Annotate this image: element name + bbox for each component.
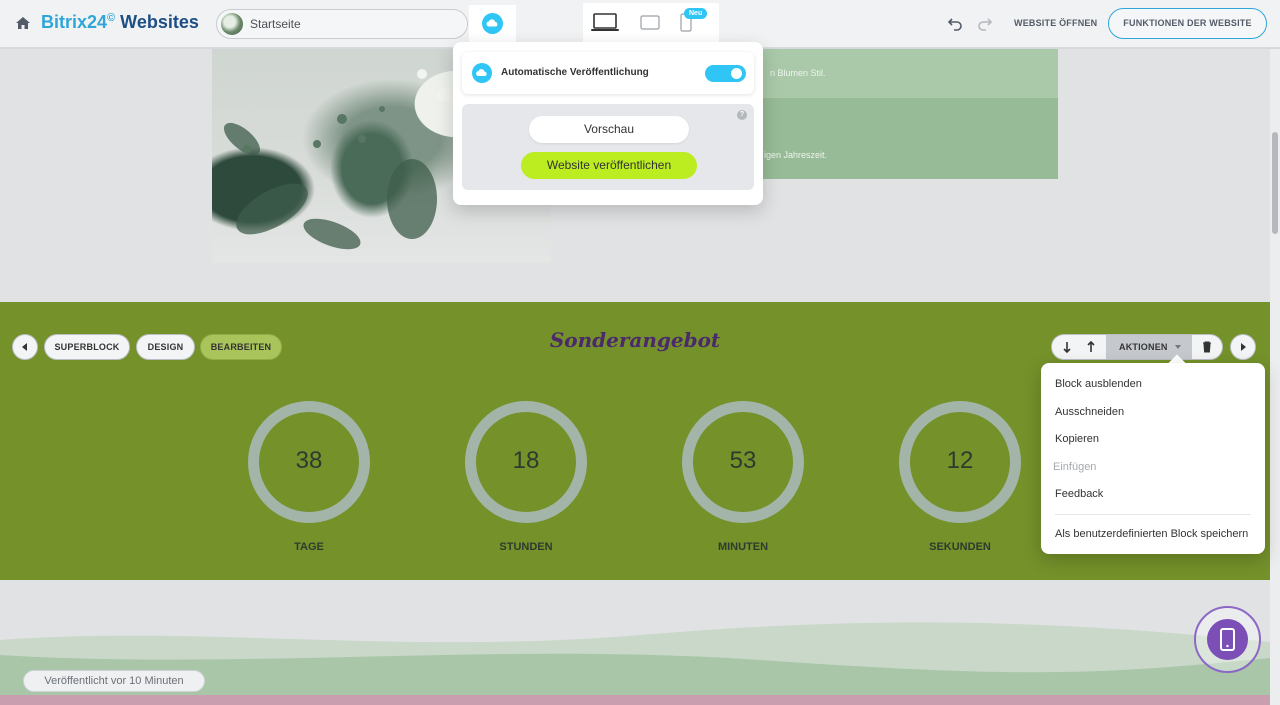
countdown-seconds-label: SEKUNDEN bbox=[929, 541, 991, 553]
auto-publish-toggle[interactable] bbox=[705, 65, 746, 82]
chevron-right-icon bbox=[1241, 343, 1246, 351]
menu-divider bbox=[1055, 514, 1251, 515]
menu-item-save-custom-block[interactable]: Als benutzerdefinierten Block speichern bbox=[1055, 528, 1248, 540]
app-brand[interactable]: Bitrix24© Websites bbox=[41, 12, 199, 33]
auto-publish-label: Automatische Veröffentlichung bbox=[501, 67, 649, 78]
actions-menu: Block ausblenden Ausschneiden Kopieren E… bbox=[1041, 363, 1265, 554]
menu-item-feedback[interactable]: Feedback bbox=[1055, 488, 1103, 500]
countdown-days-label: TAGE bbox=[294, 541, 324, 553]
edit-button[interactable]: BEARBEITEN bbox=[200, 334, 282, 360]
publish-website-button[interactable]: Website veröffentlichen bbox=[521, 152, 697, 179]
redo-icon[interactable] bbox=[976, 14, 994, 32]
page-thumbnail bbox=[221, 13, 243, 35]
open-website-link[interactable]: WEBSITE ÖFFNEN bbox=[1014, 18, 1097, 28]
countdown-minutes-label: MINUTEN bbox=[717, 541, 769, 553]
preview-button[interactable]: Vorschau bbox=[529, 116, 689, 143]
chevron-down-icon bbox=[1175, 345, 1181, 349]
actions-dropdown-button[interactable]: AKTIONEN bbox=[1106, 335, 1192, 359]
tablet-view-icon[interactable] bbox=[640, 15, 660, 30]
move-up-button[interactable] bbox=[1080, 335, 1102, 359]
mobile-preview-inner bbox=[1207, 619, 1248, 660]
next-section-strip bbox=[0, 695, 1270, 705]
publish-popup: Automatische Veröffentlichung ? Vorschau… bbox=[453, 42, 763, 205]
desktop-view-icon[interactable] bbox=[591, 13, 619, 33]
countdown-hours: 18 bbox=[512, 447, 540, 474]
actions-label: AKTIONEN bbox=[1119, 342, 1168, 352]
delete-block-button[interactable] bbox=[1196, 335, 1218, 359]
smartphone-icon bbox=[1220, 628, 1235, 651]
new-badge: Neu bbox=[684, 8, 708, 19]
undo-icon[interactable] bbox=[946, 14, 964, 32]
menu-item-hide-block[interactable]: Block ausblenden bbox=[1055, 378, 1142, 390]
publish-tab[interactable] bbox=[469, 5, 516, 42]
auto-publish-row: Automatische Veröffentlichung bbox=[462, 52, 754, 94]
site-features-button[interactable]: FUNKTIONEN DER WEBSITE bbox=[1108, 8, 1267, 39]
feature-panel bbox=[763, 98, 1058, 179]
previous-block-button[interactable] bbox=[12, 334, 38, 360]
trash-icon bbox=[1203, 341, 1211, 353]
cloud-icon bbox=[482, 13, 503, 34]
menu-item-copy[interactable]: Kopieren bbox=[1055, 433, 1099, 445]
chevron-left-icon bbox=[22, 343, 27, 351]
block-actions-bar: AKTIONEN bbox=[1051, 334, 1223, 360]
countdown-minutes: 53 bbox=[729, 447, 757, 474]
move-down-button[interactable] bbox=[1056, 335, 1078, 359]
page-selector[interactable]: Startseite bbox=[216, 9, 468, 39]
publish-actions: ? Vorschau Website veröffentlichen bbox=[462, 104, 754, 190]
countdown-hours-label: STUNDEN bbox=[499, 541, 553, 553]
arrow-down-icon bbox=[1063, 342, 1071, 354]
cloud-icon bbox=[472, 63, 492, 83]
superblock-button[interactable]: SUPERBLOCK bbox=[44, 334, 130, 360]
countdown-seconds: 12 bbox=[946, 447, 974, 474]
home-icon[interactable] bbox=[14, 14, 32, 32]
panel-text: n Blumen Stil. bbox=[770, 68, 826, 78]
menu-item-paste: Einfügen bbox=[1053, 461, 1097, 473]
top-toolbar: Bitrix24© Websites Startseite Neu WEBSIT… bbox=[0, 0, 1280, 48]
help-icon[interactable]: ? bbox=[737, 110, 747, 120]
menu-item-cut[interactable]: Ausschneiden bbox=[1055, 406, 1124, 418]
publish-status-badge: Veröffentlicht vor 10 Minuten bbox=[23, 670, 205, 692]
arrow-up-icon bbox=[1087, 340, 1095, 352]
scrollbar-thumb[interactable] bbox=[1272, 132, 1278, 234]
panel-text: igen Jahreszeit. bbox=[764, 150, 828, 160]
device-switcher: Neu bbox=[583, 3, 719, 42]
toggle-knob bbox=[731, 68, 742, 79]
current-page-label: Startseite bbox=[250, 17, 301, 31]
design-button[interactable]: DESIGN bbox=[136, 334, 195, 360]
mobile-preview-button[interactable] bbox=[1194, 606, 1261, 673]
countdown-days: 38 bbox=[295, 447, 323, 474]
next-block-button[interactable] bbox=[1230, 334, 1256, 360]
